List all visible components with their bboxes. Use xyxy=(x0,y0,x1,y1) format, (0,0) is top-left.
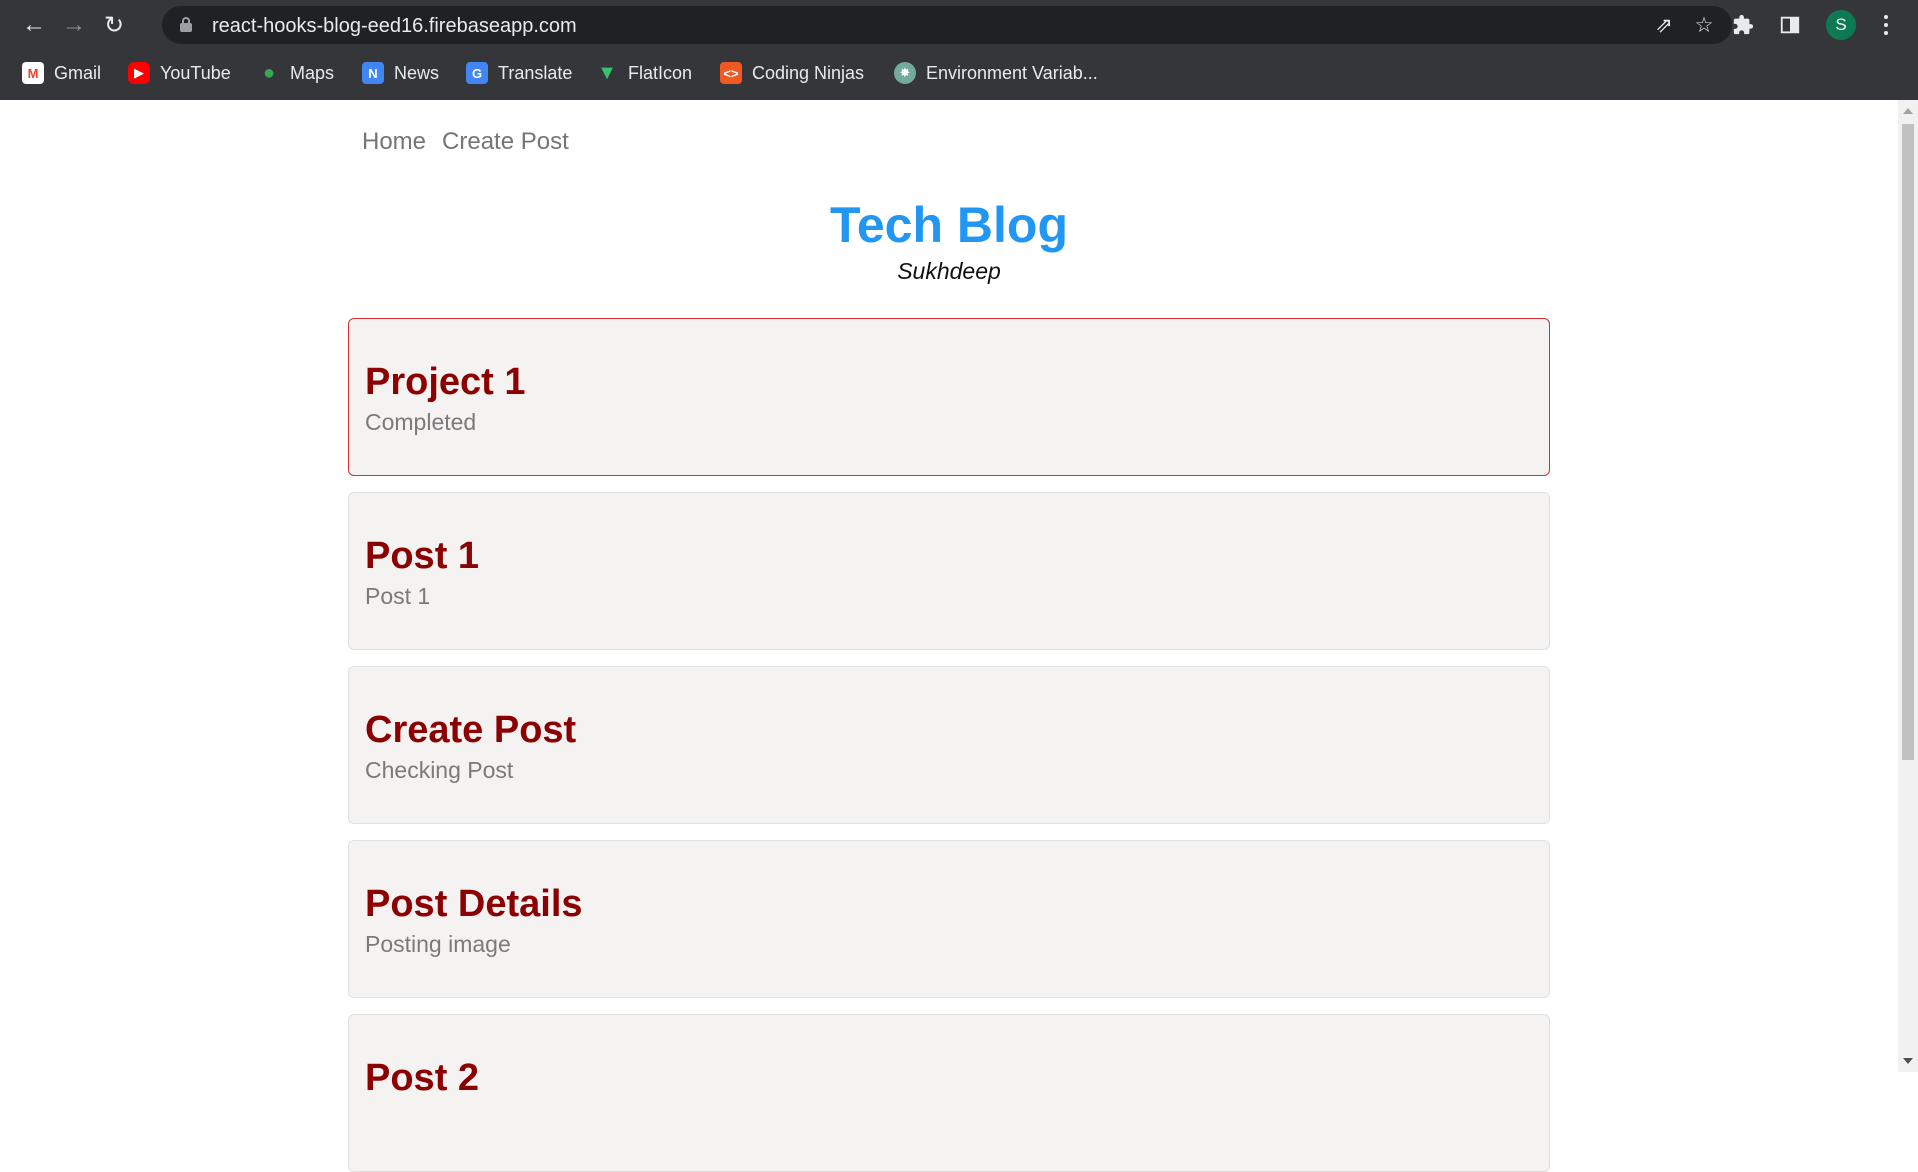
post-title[interactable]: Post Details xyxy=(365,883,583,926)
post-title[interactable]: Project 1 xyxy=(365,361,526,404)
reload-icon[interactable]: ↻ xyxy=(98,9,130,41)
blog-title: Tech Blog xyxy=(830,197,1068,253)
bookmark-label: Maps xyxy=(290,62,335,83)
bookmark-label: Coding Ninjas xyxy=(752,62,865,83)
post-title[interactable]: Post 2 xyxy=(365,1057,479,1100)
bookmark-environment-variables[interactable]: ✸ Environment Variab... xyxy=(894,60,1098,86)
scroll-down-arrow-icon[interactable] xyxy=(1903,1058,1913,1064)
browser-chrome: ← → ↻ react-hooks-blog-eed16.firebaseapp… xyxy=(0,0,1918,100)
side-panel-icon[interactable] xyxy=(1776,11,1804,39)
address-bar[interactable]: react-hooks-blog-eed16.firebaseapp.com ⇗… xyxy=(162,6,1732,44)
page-scrollbar[interactable] xyxy=(1898,100,1918,1072)
post-title[interactable]: Post 1 xyxy=(365,535,479,578)
share-icon[interactable]: ⇗ xyxy=(1652,13,1676,37)
post-subtitle: Checking Post xyxy=(365,757,514,783)
back-arrow-icon[interactable]: ← xyxy=(18,9,50,41)
post-card[interactable]: Post 2 xyxy=(348,1014,1550,1172)
browser-toolbar: ← → ↻ react-hooks-blog-eed16.firebaseapp… xyxy=(0,0,1918,50)
bookmark-translate[interactable]: G Translate xyxy=(466,60,572,86)
post-card[interactable]: Create Post Checking Post xyxy=(348,666,1550,824)
forward-arrow-icon[interactable]: → xyxy=(58,9,90,41)
flaticon-icon: ▼ xyxy=(597,61,617,84)
post-subtitle: Posting image xyxy=(365,931,511,957)
bookmark-label: News xyxy=(394,62,440,83)
nav-create-post-link[interactable]: Create Post xyxy=(442,128,569,156)
profile-avatar[interactable]: S xyxy=(1826,10,1856,40)
bookmark-label: YouTube xyxy=(160,62,231,83)
post-subtitle: Post 1 xyxy=(365,583,431,609)
browser-menu-icon[interactable] xyxy=(1876,11,1896,39)
blog-author: Sukhdeep xyxy=(897,258,1001,284)
site-nav: Home Create Post xyxy=(362,128,569,156)
post-card[interactable]: Project 1 Completed xyxy=(348,318,1550,476)
translate-icon: G xyxy=(466,62,488,84)
extensions-icon[interactable] xyxy=(1729,11,1757,39)
bookmark-news[interactable]: N News xyxy=(362,60,439,86)
lock-icon[interactable] xyxy=(180,17,192,32)
bookmark-label: Environment Variab... xyxy=(926,62,1098,83)
coding-ninjas-icon: <> xyxy=(720,62,742,84)
bookmark-maps[interactable]: ● Maps xyxy=(258,60,334,86)
bookmark-label: Gmail xyxy=(54,62,102,83)
bookmark-coding-ninjas[interactable]: <> Coding Ninjas xyxy=(720,60,864,86)
post-subtitle: Completed xyxy=(365,409,477,435)
bookmark-youtube[interactable]: ▶ YouTube xyxy=(128,60,231,86)
url-text[interactable]: react-hooks-blog-eed16.firebaseapp.com xyxy=(212,15,577,38)
bookmark-flaticon[interactable]: ▼ FlatIcon xyxy=(596,60,692,86)
youtube-icon: ▶ xyxy=(128,62,150,84)
gmail-icon: M xyxy=(22,62,44,84)
bookmark-gmail[interactable]: M Gmail xyxy=(22,60,101,86)
scroll-thumb[interactable] xyxy=(1902,124,1914,760)
page-viewport: Home Create Post Tech Blog Sukhdeep Proj… xyxy=(0,100,1898,1172)
post-card[interactable]: Post Details Posting image xyxy=(348,840,1550,998)
post-card[interactable]: Post 1 Post 1 xyxy=(348,492,1550,650)
bookmarks-bar: M Gmail ▶ YouTube ● Maps N News G Transl… xyxy=(0,52,1918,92)
bookmark-label: FlatIcon xyxy=(628,62,693,83)
scroll-up-arrow-icon[interactable] xyxy=(1903,108,1913,114)
news-icon: N xyxy=(362,62,384,84)
bookmark-star-icon[interactable]: ☆ xyxy=(1692,13,1716,37)
post-title[interactable]: Create Post xyxy=(365,709,576,752)
maps-icon: ● xyxy=(262,61,276,84)
nav-home-link[interactable]: Home xyxy=(362,128,426,156)
bookmark-label: Translate xyxy=(498,62,573,83)
openai-icon: ✸ xyxy=(894,62,916,84)
